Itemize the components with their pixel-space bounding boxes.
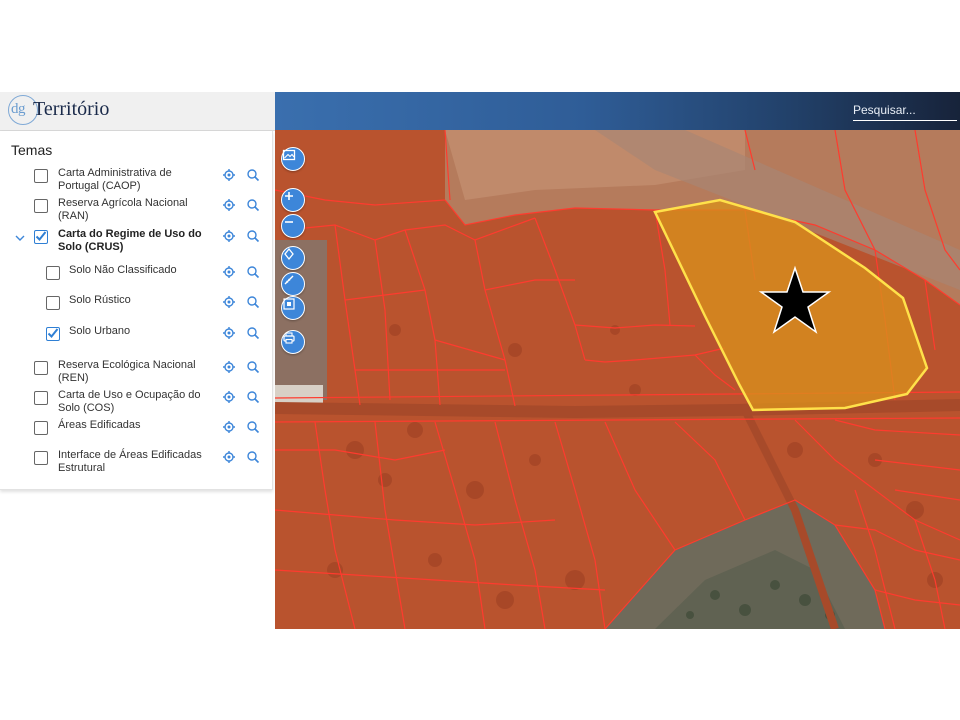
layer-checkbox[interactable] xyxy=(34,391,48,405)
layer-settings-icon[interactable] xyxy=(222,390,236,404)
layer-checkbox[interactable] xyxy=(34,361,48,375)
zoom-to-layer-icon[interactable] xyxy=(246,168,260,182)
zoom-to-layer-icon[interactable] xyxy=(246,360,260,374)
layers-panel: Temas Carta Administrativa de Portugal (… xyxy=(0,131,273,490)
layer-item: Interface de Áreas Edificadas Estrutural xyxy=(0,449,272,480)
app-logo: Território xyxy=(33,98,110,120)
layer-label: Solo Urbano xyxy=(69,325,131,337)
printer-icon xyxy=(283,332,295,344)
layer-item: Carta Administrativa de Portugal (CAOP) xyxy=(0,167,272,198)
layer-item: Reserva Ecológica Nacional (REN) xyxy=(0,359,272,390)
image-icon xyxy=(282,149,296,161)
chevron-down-icon[interactable] xyxy=(14,231,26,243)
layer-settings-icon[interactable] xyxy=(222,168,236,182)
layer-settings-icon[interactable] xyxy=(222,265,236,279)
layer-item: Reserva Agrícola Nacional (RAN) xyxy=(0,197,272,228)
layer-checkbox[interactable] xyxy=(34,421,48,435)
extent-icon xyxy=(283,298,295,310)
layer-checkbox[interactable] xyxy=(34,230,48,244)
layer-label: Carta de Uso e Ocupação do Solo (COS) xyxy=(58,389,201,414)
layer-label: Carta do Regime de Uso do Solo (CRUS) xyxy=(58,228,202,253)
layer-settings-icon[interactable] xyxy=(222,326,236,340)
zoom-to-layer-icon[interactable] xyxy=(246,229,260,243)
zoom-to-layer-icon[interactable] xyxy=(246,198,260,212)
zoom-to-layer-icon[interactable] xyxy=(246,265,260,279)
layer-settings-icon[interactable] xyxy=(222,450,236,464)
plus-icon xyxy=(285,192,293,200)
left-zone xyxy=(275,385,323,405)
zoom-to-layer-icon[interactable] xyxy=(246,295,260,309)
layer-checkbox[interactable] xyxy=(34,169,48,183)
zoom-to-layer-icon[interactable] xyxy=(246,420,260,434)
zoom-to-layer-icon[interactable] xyxy=(246,326,260,340)
search-input[interactable] xyxy=(853,100,957,121)
minus-icon xyxy=(285,221,293,223)
layer-label: Áreas Edificadas xyxy=(58,419,141,431)
layer-label: Solo Rústico xyxy=(69,294,131,306)
locate-button[interactable] xyxy=(281,246,305,270)
logo-bar: dg Território xyxy=(0,92,275,131)
layer-label: Carta Administrativa de Portugal (CAOP) xyxy=(58,167,172,192)
layer-checkbox[interactable] xyxy=(46,296,60,310)
map-header xyxy=(275,92,960,130)
logo-prefix: dg xyxy=(11,101,26,117)
layer-item: Solo Urbano xyxy=(0,325,272,356)
print-button[interactable] xyxy=(281,330,305,354)
checkmark-icon xyxy=(47,328,59,338)
layer-label: Reserva Agrícola Nacional (RAN) xyxy=(58,197,188,222)
map-view[interactable] xyxy=(275,130,960,629)
zoom-to-layer-icon[interactable] xyxy=(246,390,260,404)
panel-title: Temas xyxy=(11,142,53,158)
layer-checkbox[interactable] xyxy=(34,451,48,465)
location-icon xyxy=(284,247,294,261)
ruler-icon xyxy=(284,275,294,285)
layer-label: Interface de Áreas Edificadas Estrutural xyxy=(58,449,202,474)
layer-label: Solo Não Classificado xyxy=(69,264,177,276)
layer-settings-icon[interactable] xyxy=(222,198,236,212)
layer-checkbox[interactable] xyxy=(46,266,60,280)
layer-checkbox[interactable] xyxy=(34,199,48,213)
extent-button[interactable] xyxy=(281,296,305,320)
zoom-out-button[interactable] xyxy=(281,214,305,238)
zoom-in-button[interactable] xyxy=(281,188,305,212)
layer-item: Solo Não Classificado xyxy=(0,264,272,295)
layer-label: Reserva Ecológica Nacional (REN) xyxy=(58,359,196,384)
layer-item: Carta do Regime de Uso do Solo (CRUS) xyxy=(0,228,272,259)
zoom-to-layer-icon[interactable] xyxy=(246,450,260,464)
map-canvas[interactable] xyxy=(275,130,960,629)
layer-settings-icon[interactable] xyxy=(222,229,236,243)
layer-checkbox[interactable] xyxy=(46,327,60,341)
layer-settings-icon[interactable] xyxy=(222,360,236,374)
layer-settings-icon[interactable] xyxy=(222,295,236,309)
measure-button[interactable] xyxy=(281,272,305,296)
basemap-button[interactable] xyxy=(281,147,305,171)
layer-settings-icon[interactable] xyxy=(222,420,236,434)
layer-item: Áreas Edificadas xyxy=(0,419,272,450)
layer-item: Solo Rústico xyxy=(0,294,272,325)
checkmark-icon xyxy=(35,231,47,241)
layer-item: Carta de Uso e Ocupação do Solo (COS) xyxy=(0,389,272,420)
